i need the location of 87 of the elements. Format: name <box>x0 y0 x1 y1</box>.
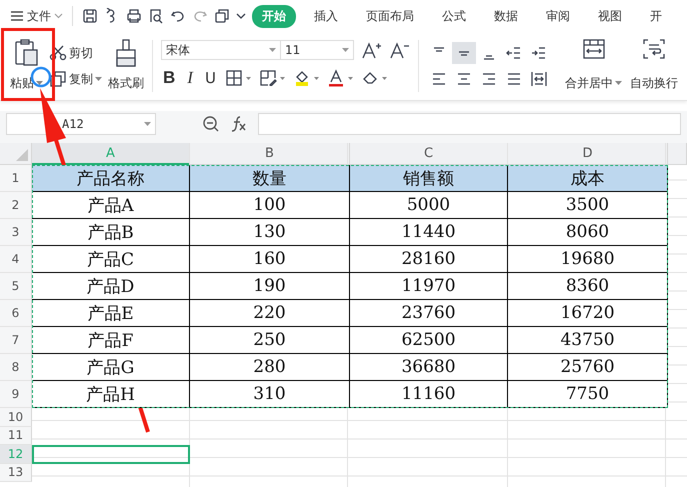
ribbon-tab[interactable]: 审阅 <box>536 4 580 28</box>
caret-icon[interactable] <box>36 81 43 86</box>
row-header[interactable]: 5 <box>0 273 32 300</box>
clipboard-icon[interactable] <box>12 38 40 68</box>
table-cell: 23760 <box>350 300 508 327</box>
underline-button[interactable]: U <box>202 69 218 87</box>
function-icon[interactable] <box>230 115 248 133</box>
menu-icon[interactable] <box>10 10 24 22</box>
table-cell: 产品C <box>32 246 190 273</box>
print-icon[interactable] <box>126 8 142 24</box>
formula-input[interactable] <box>258 113 681 135</box>
table-cell: 36680 <box>350 354 508 381</box>
table-cell: 100 <box>190 192 350 219</box>
table-cell: 280 <box>190 354 350 381</box>
row-header[interactable]: 2 <box>0 192 32 219</box>
column-title: 销售额 <box>350 165 508 192</box>
scissors-icon[interactable] <box>49 44 67 62</box>
copy-icon[interactable] <box>49 70 67 88</box>
copy-button[interactable]: 复制 <box>49 70 102 88</box>
active-cell[interactable] <box>32 445 190 464</box>
row-header[interactable]: 1 <box>0 165 32 192</box>
merge-center-button[interactable]: 合并居中 <box>561 32 626 100</box>
ribbon-tab[interactable]: 页面布局 <box>356 4 424 28</box>
wrap-text-button[interactable]: 自动换行 <box>626 32 682 100</box>
merge-cells-icon[interactable] <box>582 38 606 60</box>
table-cell: 11440 <box>350 219 508 246</box>
caret-icon[interactable] <box>144 122 151 126</box>
column-title: 成本 <box>508 165 668 192</box>
column-header[interactable]: B <box>190 143 350 165</box>
fill-color-icon[interactable] <box>294 69 320 87</box>
zoom-icon[interactable] <box>202 115 220 133</box>
cut-button[interactable]: 剪切 <box>49 44 102 62</box>
row-header[interactable]: 7 <box>0 327 32 354</box>
column-title: 产品名称 <box>32 165 190 192</box>
table-cell: 产品G <box>32 354 190 381</box>
ribbon-tab[interactable]: 数据 <box>484 4 528 28</box>
ribbon-tab[interactable]: 公式 <box>432 4 476 28</box>
copy-icon[interactable] <box>214 8 230 24</box>
row-header[interactable]: 6 <box>0 300 32 327</box>
table-cell: 130 <box>190 219 350 246</box>
file-menu[interactable]: 文件 <box>10 8 63 24</box>
column-header[interactable]: D <box>508 143 668 165</box>
row-header[interactable]: 3 <box>0 219 32 246</box>
table-cell: 产品A <box>32 192 190 219</box>
row-header[interactable]: 9 <box>0 381 32 408</box>
row-header[interactable]: 4 <box>0 246 32 273</box>
ribbon-tab[interactable]: 开 <box>640 4 672 28</box>
borders-icon[interactable] <box>226 70 252 86</box>
ribbon-tab[interactable]: 视图 <box>588 4 632 28</box>
row-header[interactable]: 10 <box>0 408 32 426</box>
chevron-down-icon[interactable] <box>236 12 246 20</box>
row-header[interactable]: 13 <box>0 464 32 482</box>
format-painter-button[interactable]: 格式刷 <box>104 32 148 100</box>
cell-style-icon[interactable] <box>260 70 286 86</box>
table-cell: 产品E <box>32 300 190 327</box>
bold-button[interactable]: B <box>161 68 178 88</box>
table-cell: 62500 <box>350 327 508 354</box>
table-cell: 190 <box>190 273 350 300</box>
table-cell: 28160 <box>350 246 508 273</box>
save-icon[interactable] <box>82 8 98 24</box>
table-cell: 250 <box>190 327 350 354</box>
caret-icon[interactable] <box>95 76 102 82</box>
increase-font-icon[interactable] <box>362 41 382 59</box>
column-title: 数量 <box>190 165 350 192</box>
wrap-text-icon[interactable] <box>642 38 666 60</box>
caret-icon[interactable] <box>342 48 349 52</box>
ribbon-tab[interactable]: 插入 <box>304 4 348 28</box>
italic-button[interactable]: I <box>185 68 195 88</box>
font-size-field[interactable]: 11 <box>280 40 354 60</box>
table-cell: 220 <box>190 300 350 327</box>
table-cell: 产品D <box>32 273 190 300</box>
table-cell: 5000 <box>350 192 508 219</box>
table-cell: 160 <box>190 246 350 273</box>
row-header[interactable]: 8 <box>0 354 32 381</box>
table-cell: 产品B <box>32 219 190 246</box>
row-header[interactable]: 11 <box>0 426 32 445</box>
name-box[interactable]: A12 <box>6 113 156 135</box>
font-name-field[interactable]: 宋体 <box>161 40 281 60</box>
caret-icon[interactable] <box>269 48 276 52</box>
font-color-icon[interactable] <box>328 69 354 87</box>
caret-icon[interactable] <box>615 81 622 86</box>
decrease-font-icon[interactable] <box>390 41 410 59</box>
print-preview-icon[interactable] <box>148 8 164 24</box>
column-header[interactable]: C <box>350 143 508 165</box>
table-cell: 11970 <box>350 273 508 300</box>
paste-button[interactable]: 粘贴 <box>0 32 47 100</box>
table-cell: 产品F <box>32 327 190 354</box>
